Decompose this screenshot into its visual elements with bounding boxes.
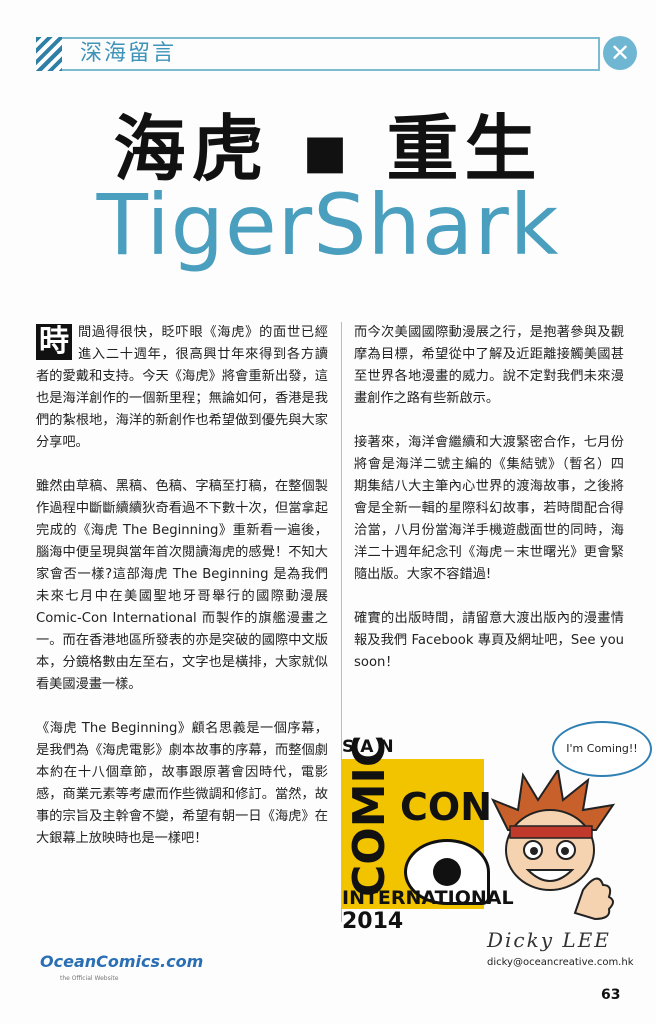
paragraph: 雖然由草稿、黑稿、色稿、字稿至打稿，在整個製作過程中斷斷續續狄奇看過不下數十次，… xyxy=(36,479,328,692)
comic-con-logo: SAN DIEGO CON COMIC INTERNATIONAL 2014 xyxy=(338,734,514,937)
section-label: 深海留言 xyxy=(80,41,177,66)
paragraph: 《海虎 The Beginning》顧名思義是一個序幕，是我們為《海虎電影》劇本… xyxy=(36,721,328,846)
title-english: TigerShark xyxy=(96,176,560,274)
paragraph-text: 間過得很快，眨吓眼《海虎》的面世已經進入二十週年，很高興廿年來得到各方讀者的愛戴… xyxy=(36,325,328,450)
logo-year: 2014 xyxy=(342,909,404,934)
paragraph: 時間過得很快，眨吓眼《海虎》的面世已經進入二十週年，很高興廿年來得到各方讀者的愛… xyxy=(36,322,328,454)
pupil xyxy=(433,858,461,886)
cartoon-character-icon xyxy=(490,770,616,920)
logo-comic: COMIC xyxy=(344,734,395,897)
speech-bubble: I'm Coming!! xyxy=(552,721,652,777)
paragraph: 而今次美國國際動漫展之行，是抱著參與及觀摩為目標，希望從中了解及近距離接觸美國甚… xyxy=(354,325,624,406)
paragraph: 確實的出版時間，請留意大渡出版內的漫畫情報及我們 Facebook 專頁及網址吧… xyxy=(354,611,624,670)
page-number: 63 xyxy=(601,987,621,1003)
brand-subtitle: the Official Website xyxy=(60,975,119,982)
email-address: dicky@oceancreative.com.hk xyxy=(487,957,634,968)
article-right-column: 而今次美國國際動漫展之行，是抱著參與及觀摩為目標，希望從中了解及近距離接觸美國甚… xyxy=(354,322,624,696)
article-left-column: 時間過得很快，眨吓眼《海虎》的面世已經進入二十週年，很高興廿年來得到各方讀者的愛… xyxy=(36,322,328,872)
brand-logo: OceanComics.com xyxy=(40,952,204,971)
magazine-page: 深海留言 ✕ 海虎 ▪ 重生 TigerShark 時間過得很快，眨吓眼《海虎》… xyxy=(0,0,656,1024)
drop-cap: 時 xyxy=(36,324,72,360)
logo-con: CON xyxy=(400,785,492,829)
section-tab: 深海留言 xyxy=(36,37,600,71)
paragraph: 接著來，海洋會繼續和大渡緊密合作，七月份將會是海洋二號主編的《集結號》（暫名）四… xyxy=(354,435,624,582)
signature: Dicky LEE xyxy=(487,928,611,952)
tab-stripes xyxy=(36,37,62,71)
close-icon: ✕ xyxy=(603,36,637,70)
